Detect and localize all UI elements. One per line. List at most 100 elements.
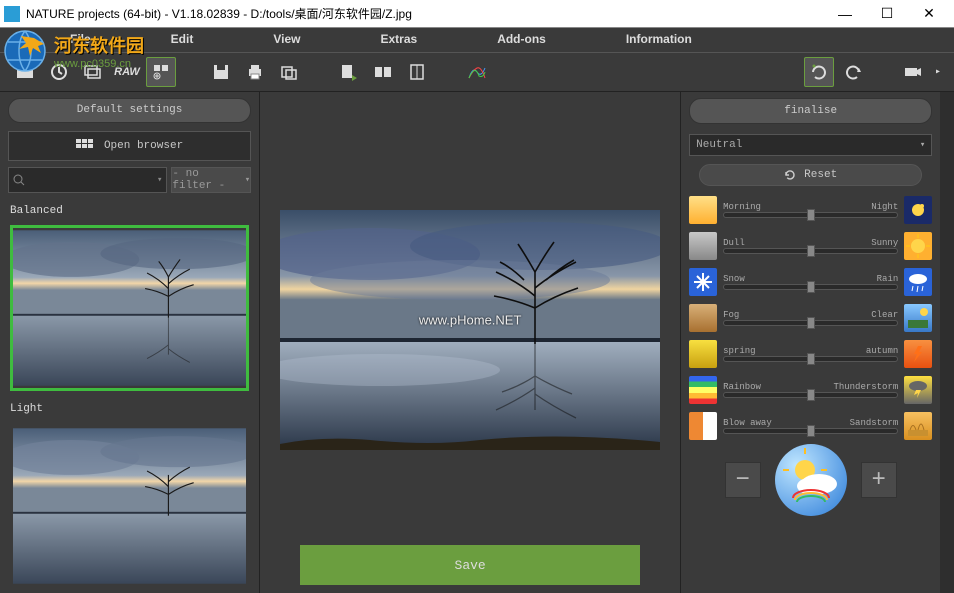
slider-track[interactable]: [723, 356, 898, 362]
slider-track[interactable]: [723, 284, 898, 290]
toolbar-batch-button[interactable]: [146, 57, 176, 87]
finalise-button[interactable]: finalise: [689, 98, 932, 124]
preset-label-light: Light: [0, 395, 259, 419]
slider-row-snow: Snow Rain: [689, 264, 932, 300]
search-field[interactable]: [25, 175, 157, 186]
slider-right-label: Sandstorm: [850, 418, 899, 428]
slider-thumb[interactable]: [807, 425, 815, 437]
slider-left-icon: [689, 412, 717, 440]
menu-view[interactable]: View: [233, 28, 340, 52]
slider-left-label: Snow: [723, 274, 745, 284]
slider-left-label: spring: [723, 346, 755, 356]
slider-left-icon: [689, 196, 717, 224]
toolbar: RAW ▸: [0, 52, 954, 92]
slider-right-icon: [904, 376, 932, 404]
default-settings-button[interactable]: Default settings: [8, 98, 251, 123]
slider-right-label: Thunderstorm: [833, 382, 898, 392]
menu-edit[interactable]: Edit: [131, 28, 234, 52]
slider-right-label: Sunny: [871, 238, 898, 248]
slider-row-blow away: Blow away Sandstorm: [689, 408, 932, 444]
slider-thumb[interactable]: [807, 281, 815, 293]
filter-dropdown[interactable]: - no filter - ▾: [171, 167, 251, 193]
toolbar-book-button[interactable]: [402, 57, 432, 87]
slider-right-icon: [904, 196, 932, 224]
menu-addons[interactable]: Add-ons: [457, 28, 586, 52]
slider-row-fog: Fog Clear: [689, 300, 932, 336]
thumbnail-image: [13, 426, 246, 586]
toolbar-redo-button[interactable]: [838, 57, 868, 87]
toolbar-print-button[interactable]: [240, 57, 270, 87]
preset-label-balanced: Balanced: [0, 197, 259, 221]
slider-right-icon: [904, 232, 932, 260]
slider-track[interactable]: [723, 212, 898, 218]
reset-button[interactable]: Reset: [699, 164, 922, 186]
menu-information[interactable]: Information: [586, 28, 732, 52]
toolbar-folder-button[interactable]: [10, 57, 40, 87]
left-panel: Default settings Open browser ▾ - no fil…: [0, 92, 260, 593]
canvas-viewport[interactable]: www.pHome.NET: [260, 92, 680, 537]
slider-thumb[interactable]: [807, 389, 815, 401]
toolbar-camera-button[interactable]: [898, 57, 928, 87]
slider-thumb[interactable]: [807, 353, 815, 365]
slider-right-icon: [904, 268, 932, 296]
toolbar-images-button[interactable]: [78, 57, 108, 87]
profile-value: Neutral: [696, 139, 742, 151]
search-icon: [13, 174, 25, 186]
search-input[interactable]: ▾: [8, 167, 167, 193]
minimize-button[interactable]: —: [824, 1, 866, 27]
menu-extras[interactable]: Extras: [340, 28, 457, 52]
slider-thumb[interactable]: [807, 317, 815, 329]
slider-left-label: Dull: [723, 238, 745, 248]
menubar: File Edit View Extras Add-ons Informatio…: [0, 28, 954, 52]
app-icon: [4, 6, 20, 22]
slider-thumb[interactable]: [807, 209, 815, 221]
toolbar-raw-button[interactable]: RAW: [112, 57, 142, 87]
slider-track[interactable]: [723, 392, 898, 398]
toolbar-crop-button[interactable]: [274, 57, 304, 87]
toolbar-more-button[interactable]: ▸: [932, 57, 944, 87]
slider-track[interactable]: [723, 428, 898, 434]
slider-thumb[interactable]: [807, 245, 815, 257]
slider-row-rainbow: Rainbow Thunderstorm: [689, 372, 932, 408]
plus-button[interactable]: +: [861, 462, 897, 498]
slider-left-label: Fog: [723, 310, 739, 320]
menu-file[interactable]: File: [30, 28, 131, 52]
chevron-down-icon: ▾: [245, 175, 250, 185]
slider-track[interactable]: [723, 248, 898, 254]
maximize-button[interactable]: ☐: [866, 1, 908, 27]
slider-right-label: Clear: [871, 310, 898, 320]
slider-left-icon: [689, 268, 717, 296]
close-button[interactable]: ✕: [908, 1, 950, 27]
minus-button[interactable]: −: [725, 462, 761, 498]
window-title: NATURE projects (64-bit) - V1.18.02839 -…: [26, 5, 824, 22]
weather-orb[interactable]: [775, 444, 847, 516]
slider-track[interactable]: [723, 320, 898, 326]
slider-right-label: Night: [871, 202, 898, 212]
slider-left-label: Blow away: [723, 418, 772, 428]
right-scrollbar[interactable]: [940, 92, 954, 593]
chevron-down-icon[interactable]: ▾: [157, 175, 162, 185]
slider-right-icon: [904, 412, 932, 440]
toolbar-compare-button[interactable]: [368, 57, 398, 87]
toolbar-histogram-button[interactable]: [462, 57, 492, 87]
slider-row-dull: Dull Sunny: [689, 228, 932, 264]
save-button[interactable]: Save: [300, 545, 640, 585]
toolbar-undo-button[interactable]: [804, 57, 834, 87]
open-browser-label: Open browser: [104, 140, 183, 152]
open-browser-button[interactable]: Open browser: [8, 131, 251, 161]
profile-dropdown[interactable]: Neutral ▾: [689, 134, 932, 156]
toolbar-export-button[interactable]: [334, 57, 364, 87]
preset-thumb-balanced[interactable]: [10, 225, 249, 391]
titlebar: NATURE projects (64-bit) - V1.18.02839 -…: [0, 0, 954, 28]
toolbar-save-button[interactable]: [206, 57, 236, 87]
slider-left-icon: [689, 232, 717, 260]
preset-thumb-light[interactable]: [10, 423, 249, 589]
slider-left-label: Morning: [723, 202, 761, 212]
slider-row-spring: springautumn: [689, 336, 932, 372]
center-panel: www.pHome.NET Save: [260, 92, 680, 593]
slider-right-icon: [904, 304, 932, 332]
slider-right-label: Rain: [877, 274, 899, 284]
thumbnail-image: [13, 228, 246, 388]
slider-left-label: Rainbow: [723, 382, 761, 392]
toolbar-history-button[interactable]: [44, 57, 74, 87]
